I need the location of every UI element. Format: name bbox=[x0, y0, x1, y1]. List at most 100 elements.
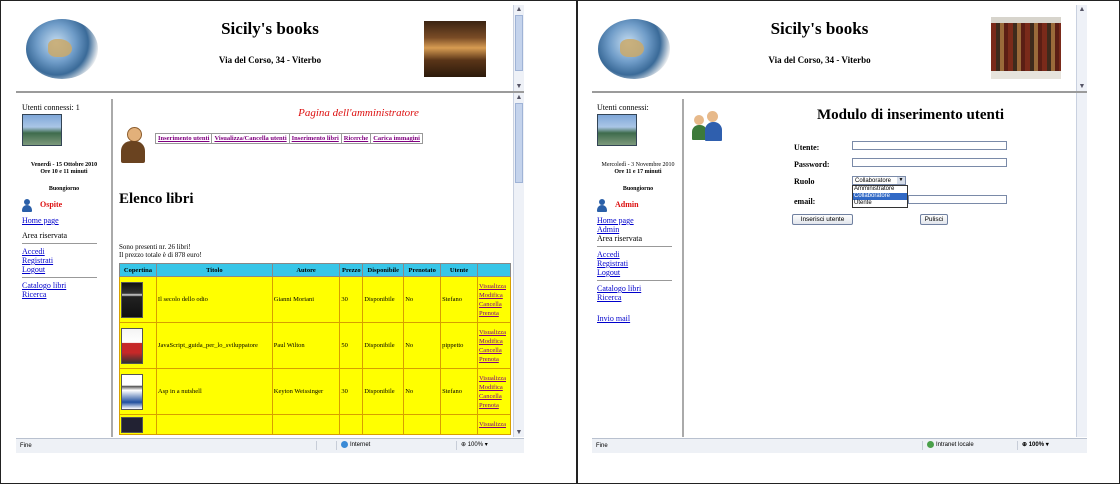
user-insert-main: Modulo di inserimento utenti Utente: Pas… bbox=[684, 99, 1077, 437]
menu-insert-books[interactable]: Inserimento libri bbox=[288, 133, 342, 144]
reserve-link[interactable]: Prenota bbox=[479, 355, 509, 364]
price-cell: 50 bbox=[339, 322, 364, 369]
scroll-up-arrow-icon[interactable]: ▲ bbox=[1077, 5, 1087, 14]
scroll-down-arrow-icon[interactable]: ▼ bbox=[514, 82, 524, 91]
divider bbox=[22, 277, 97, 278]
author-cell bbox=[271, 414, 341, 435]
password-input[interactable] bbox=[852, 158, 1007, 167]
role-selected-value: Collaboratore bbox=[855, 178, 892, 184]
home-page-link[interactable]: Home page bbox=[22, 216, 111, 225]
catalog-link[interactable]: Catalogo libri bbox=[22, 281, 111, 290]
magnifier-icon: ⊕ bbox=[461, 442, 468, 448]
user-label: Utente: bbox=[794, 143, 820, 152]
role-option-collaborator[interactable]: Collaboratore bbox=[853, 193, 907, 200]
books-count: Sono presenti nr. 26 libri! bbox=[119, 243, 191, 251]
delete-link[interactable]: Cancella bbox=[479, 300, 509, 309]
user-name: Admin bbox=[615, 200, 639, 210]
admin-page-main: Pagina dell'amministratore Inserimento u… bbox=[113, 99, 514, 437]
book-cover-image[interactable] bbox=[121, 281, 143, 318]
main-scrollbar[interactable] bbox=[1076, 93, 1087, 437]
menu-view-delete-users[interactable]: Visualizza/Cancella utenti bbox=[211, 133, 290, 144]
actions-cell: Visualizza Modifica Cancella Prenota bbox=[476, 368, 512, 415]
scroll-up-arrow-icon[interactable]: ▲ bbox=[514, 5, 524, 14]
admin-link[interactable]: Admin bbox=[597, 225, 682, 234]
available-cell: Disponibile bbox=[362, 322, 405, 369]
book-cover-image[interactable] bbox=[121, 327, 143, 364]
catalog-link[interactable]: Catalogo libri bbox=[597, 284, 682, 293]
login-link[interactable]: Accedi bbox=[22, 247, 111, 256]
reserve-link[interactable]: Prenota bbox=[479, 401, 509, 410]
scroll-up-arrow-icon[interactable]: ▲ bbox=[514, 93, 524, 102]
scroll-down-arrow-icon[interactable]: ▼ bbox=[514, 428, 524, 437]
email-label: email: bbox=[794, 197, 816, 206]
send-mail-link[interactable]: Invio mail bbox=[597, 314, 682, 323]
col-author: Autore bbox=[271, 263, 341, 277]
register-link[interactable]: Registrati bbox=[597, 259, 682, 268]
col-title: Titolo bbox=[155, 263, 273, 277]
zone-label: Intranet locale bbox=[936, 442, 974, 449]
status-zone: Internet bbox=[336, 441, 441, 450]
view-link[interactable]: Visualizza bbox=[479, 374, 509, 383]
price-cell bbox=[339, 414, 364, 435]
menu-searches[interactable]: Ricerche bbox=[340, 133, 372, 144]
cover-cell bbox=[119, 322, 157, 369]
chevron-down-icon[interactable]: ▾ bbox=[483, 442, 488, 448]
zoom-level: 100% bbox=[1028, 442, 1045, 448]
view-link[interactable]: Visualizza bbox=[479, 328, 509, 337]
book-cover-image[interactable] bbox=[121, 416, 143, 433]
search-link[interactable]: Ricerca bbox=[22, 290, 111, 299]
login-link[interactable]: Accedi bbox=[597, 250, 682, 259]
logout-link[interactable]: Logout bbox=[597, 268, 682, 277]
status-divider bbox=[316, 441, 317, 450]
search-link[interactable]: Ricerca bbox=[597, 293, 682, 302]
intranet-zone-icon bbox=[927, 441, 934, 448]
reset-button[interactable]: Pulisci bbox=[920, 214, 948, 225]
role-select[interactable]: Collaboratore ▼ bbox=[852, 176, 906, 185]
right-screenshot-frame: Sicily's books Via del Corso, 34 - Viter… bbox=[577, 0, 1120, 484]
reserved-cell: No bbox=[403, 368, 442, 415]
view-link[interactable]: Visualizza bbox=[479, 420, 509, 429]
users-connected: Utenti connessi: 1 bbox=[22, 103, 80, 112]
menu-insert-users[interactable]: Inserimento utenti bbox=[154, 133, 213, 144]
edit-link[interactable]: Modifica bbox=[479, 383, 509, 392]
table-row: Visualizza bbox=[119, 414, 512, 435]
admin-page-title: Pagina dell'amministratore bbox=[298, 107, 419, 119]
scroll-thumb[interactable] bbox=[515, 103, 523, 183]
home-page-link[interactable]: Home page bbox=[597, 216, 682, 225]
date-text: Mercoledì - 3 Novembre 2010 bbox=[601, 162, 675, 168]
user-cell: pippetto bbox=[440, 322, 478, 369]
sidebar: Utenti connessi: Mercoledì - 3 Novembre … bbox=[592, 99, 684, 437]
edit-link[interactable]: Modifica bbox=[479, 337, 509, 346]
scroll-down-arrow-icon[interactable]: ▼ bbox=[1077, 82, 1087, 91]
menu-upload-images[interactable]: Carica immagini bbox=[370, 133, 423, 144]
users-connected: Utenti connessi: bbox=[597, 103, 649, 112]
insert-user-button[interactable]: Inserisci utente bbox=[792, 214, 853, 225]
register-link[interactable]: Registrati bbox=[22, 256, 111, 265]
role-option-admin[interactable]: Amministratore bbox=[853, 186, 907, 193]
zoom-control[interactable]: ⊕ 100% ▾ bbox=[1017, 441, 1082, 450]
reserve-link[interactable]: Prenota bbox=[479, 309, 509, 318]
lake-thumbnail bbox=[597, 114, 637, 146]
header-scrollbar[interactable]: ▲ ▼ bbox=[513, 5, 524, 91]
scroll-thumb[interactable] bbox=[515, 15, 523, 71]
status-text: Fine bbox=[20, 443, 32, 449]
library-photo bbox=[424, 21, 486, 77]
user-cell bbox=[440, 414, 478, 435]
logout-link[interactable]: Logout bbox=[22, 265, 111, 274]
status-bar: Fine Internet ⊕ 100% ▾ bbox=[16, 438, 524, 453]
browser-window-right: Sicily's books Via del Corso, 34 - Viter… bbox=[592, 5, 1087, 453]
delete-link[interactable]: Cancella bbox=[479, 392, 509, 401]
header-scrollbar[interactable]: ▲ ▼ bbox=[1076, 5, 1087, 91]
book-cover-image[interactable] bbox=[121, 373, 143, 410]
user-input[interactable] bbox=[852, 141, 1007, 150]
chevron-down-icon[interactable]: ▾ bbox=[1044, 442, 1049, 448]
edit-link[interactable]: Modifica bbox=[479, 291, 509, 300]
role-option-user[interactable]: Utente bbox=[853, 200, 907, 207]
view-link[interactable]: Visualizza bbox=[479, 282, 509, 291]
delete-link[interactable]: Cancella bbox=[479, 346, 509, 355]
main-scrollbar[interactable]: ▲ ▼ bbox=[513, 93, 524, 437]
email-input[interactable] bbox=[908, 195, 1007, 204]
chevron-down-icon[interactable]: ▼ bbox=[897, 177, 905, 184]
zoom-control[interactable]: ⊕ 100% ▾ bbox=[456, 441, 521, 450]
date-text: Venerdì - 15 Ottobre 2010 bbox=[30, 162, 98, 168]
